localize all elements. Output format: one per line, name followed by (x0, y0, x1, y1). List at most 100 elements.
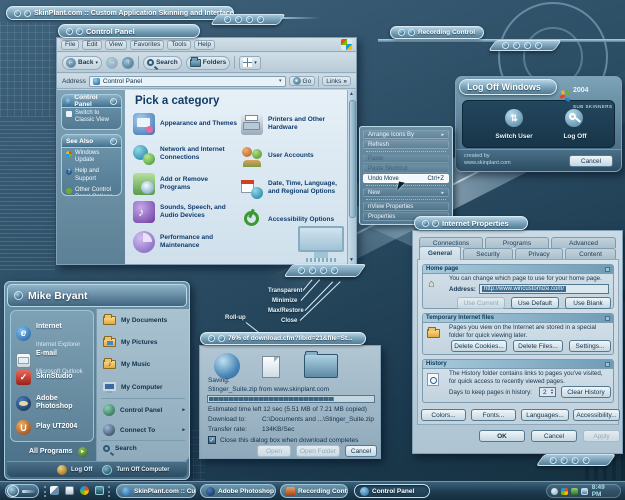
tray-msn-icon[interactable] (561, 488, 568, 495)
menu-item-refresh[interactable]: Refresh (363, 140, 449, 149)
start-item-search[interactable]: Search (103, 445, 137, 452)
collapse-button[interactable] (110, 98, 117, 105)
open-folder-button[interactable]: Open Folder (296, 445, 340, 457)
menu-view[interactable]: View (105, 40, 127, 50)
go-button[interactable]: ● Go (289, 76, 316, 86)
window-icon-button[interactable] (422, 220, 429, 227)
transparent-button[interactable] (502, 42, 509, 49)
apply-button[interactable]: Apply (583, 430, 620, 442)
tray-shield-icon[interactable] (571, 488, 578, 495)
close-button[interactable] (257, 16, 264, 23)
quick-launch-chart-icon[interactable] (95, 486, 104, 495)
links-button[interactable]: Links » (322, 76, 351, 86)
views-button[interactable]: ▾ (239, 56, 261, 70)
all-programs-button[interactable]: All Programs ▸ (29, 447, 88, 457)
window-icon-button[interactable] (398, 29, 405, 36)
category-date-time-language[interactable]: Date, Time, Language, and Regional Optio… (241, 177, 343, 199)
clear-history-button[interactable]: Clear History (561, 386, 611, 398)
window-menu-button[interactable] (408, 29, 415, 36)
back-button[interactable]: ← Back▾ (62, 56, 102, 70)
start-item-my-documents[interactable]: My Documents (103, 316, 167, 325)
minimize-button[interactable] (513, 42, 520, 49)
menu-favorites[interactable]: Favorites (130, 40, 165, 50)
up-button[interactable]: ↑ (122, 57, 134, 69)
category-performance-maintenance[interactable]: Performance and Maintenance (133, 231, 237, 253)
start-item-my-computer[interactable]: My Computer (103, 382, 163, 393)
internet-properties-titlebar[interactable]: Internet Properties (414, 216, 528, 230)
download-titlebar[interactable]: 76% of download.cfm?libid=21&file=St... (200, 332, 366, 345)
minimize-button[interactable] (235, 16, 242, 23)
address-field[interactable]: Control Panel ▾ (89, 76, 286, 87)
close-button[interactable] (583, 457, 590, 464)
collapse-button[interactable] (110, 138, 117, 145)
menu-item-nview-properties[interactable]: nView Properties (363, 202, 449, 211)
colors-button[interactable]: Colors... (421, 409, 466, 421)
maximize-button[interactable] (572, 457, 579, 464)
open-button[interactable]: Open (257, 445, 291, 457)
window-menu-button[interactable] (76, 28, 83, 35)
spinner-arrows[interactable]: ▲▼ (549, 389, 555, 396)
category-user-accounts[interactable]: User Accounts (241, 145, 341, 167)
category-appearance-themes[interactable]: Appearance and Themes (133, 113, 237, 135)
menu-item-arrange-icons[interactable]: Arrange Icons By▸ (363, 130, 449, 139)
fonts-button[interactable]: Fonts... (471, 409, 516, 421)
help-and-support-link[interactable]: ? Help and Support (62, 166, 121, 184)
volume-icon[interactable] (551, 488, 558, 495)
menu-tools[interactable]: Tools (167, 40, 190, 50)
start-item-connect-to[interactable]: Connect To▸ (103, 424, 185, 436)
switch-user-button[interactable]: Switch User (485, 133, 543, 140)
switch-to-classic-view-link[interactable]: Switch to Classic View (62, 108, 121, 126)
log-off-button[interactable]: Log Off (71, 467, 92, 473)
start-button[interactable] (5, 484, 39, 498)
transparent-button[interactable] (224, 16, 231, 23)
cancel-button[interactable]: Cancel (345, 445, 377, 457)
tray-update-icon[interactable] (581, 488, 588, 495)
menu-item-new[interactable]: New▸ (363, 188, 449, 197)
close-button[interactable] (331, 267, 338, 274)
start-item-my-pictures[interactable]: My Pictures (103, 338, 158, 347)
category-sounds-speech-audio[interactable]: ♪ Sounds, Speech, and Audio Devices (133, 201, 239, 223)
taskbar-item-skinplant[interactable]: SkinPlant.com :: Cus... (116, 484, 196, 498)
use-current-button[interactable]: Use Current (457, 297, 505, 309)
menu-item-paste-shortcut[interactable]: Paste Shortcut (363, 164, 449, 173)
menu-item-undo-move[interactable]: Undo MoveCtrl+Z (363, 174, 449, 183)
folders-button[interactable]: Folders (186, 56, 230, 70)
settings-button[interactable]: Settings... (569, 340, 611, 352)
window-menu-button[interactable] (24, 10, 31, 17)
quick-launch-pointer-icon[interactable] (50, 486, 59, 495)
home-address-field[interactable]: http://www.wincustomize.com/ (479, 284, 609, 294)
category-printers-hardware[interactable]: Printers and Other Hardware (241, 113, 341, 135)
scroll-up-arrow[interactable]: ▲ (349, 91, 354, 97)
quick-launch-messenger-icon[interactable] (80, 486, 89, 495)
scrollbar-thumb[interactable] (349, 100, 356, 218)
minimize-button[interactable] (561, 457, 568, 464)
window-menu-button[interactable] (218, 335, 225, 342)
start-item-ut2004[interactable]: U Play UT2004 (16, 420, 92, 435)
category-add-remove-programs[interactable]: Add or Remove Programs (133, 173, 237, 195)
days-spinner[interactable]: 2 ▲▼ (539, 387, 556, 397)
tab-general[interactable]: General (419, 246, 461, 260)
other-control-panel-options-link[interactable]: Other Control Panel Options (62, 185, 121, 196)
minimize-button[interactable] (309, 267, 316, 274)
maximize-button[interactable] (320, 267, 327, 274)
cancel-button[interactable]: Cancel (531, 430, 577, 442)
menu-file[interactable]: File (61, 40, 79, 50)
taskbar-item-recording-control[interactable]: Recording Control (280, 484, 348, 498)
tab-advanced[interactable]: Advanced (551, 237, 616, 248)
windows-update-link[interactable]: Windows Update (62, 148, 121, 166)
menu-help[interactable]: Help (194, 40, 215, 50)
window-icon-button[interactable] (66, 28, 73, 35)
window-icon-button[interactable] (14, 10, 21, 17)
menu-edit[interactable]: Edit (82, 40, 101, 50)
use-default-button[interactable]: Use Default (511, 297, 559, 309)
start-item-photoshop[interactable]: Adobe Photoshop (16, 395, 92, 411)
start-item-my-music[interactable]: ♪My Music (103, 360, 150, 369)
taskbar-item-photoshop[interactable]: Adobe Photoshop (200, 484, 276, 498)
menu-item-paste[interactable]: Paste (363, 154, 449, 163)
recording-titlebar[interactable]: Recording Control (390, 26, 484, 39)
browser-titlebar[interactable]: SkinPlant.com :: Custom Application Skin… (6, 6, 234, 20)
transparent-button[interactable] (550, 457, 557, 464)
quick-launch-document-icon[interactable] (65, 486, 74, 495)
window-menu-button[interactable] (432, 220, 439, 227)
delete-cookies-button[interactable]: Delete Cookies... (451, 340, 507, 352)
